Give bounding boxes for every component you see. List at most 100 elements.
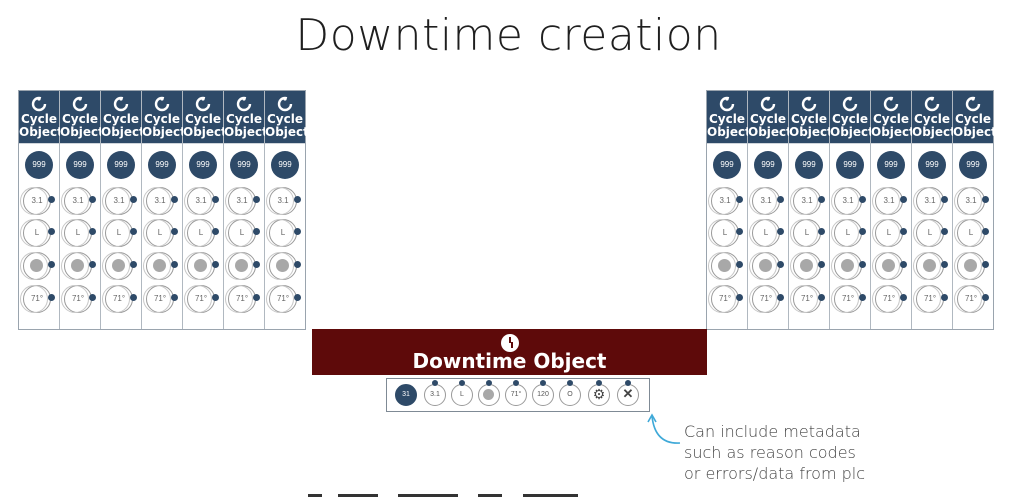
dial-value: 3.1 [719,196,731,205]
status-dial[interactable] [954,252,989,280]
value-dial[interactable]: 3.1 [954,187,989,215]
temperature-dial[interactable]: 71° [184,285,219,313]
status-dial[interactable] [790,252,825,280]
cycle-object-column[interactable]: Cycle Object 999 3.1 L 71° [912,91,956,329]
cycle-icon [842,96,858,112]
label-dial[interactable]: L [20,219,55,247]
cycle-object-column[interactable]: Cycle Object 999 3.1 L 71° [871,91,915,329]
value-dial[interactable]: 3.1 [790,187,825,215]
status-dial[interactable] [184,252,219,280]
count-badge: 999 [959,151,987,179]
status-dial[interactable] [913,252,948,280]
downtime-object[interactable]: Downtime Object [312,329,707,375]
label-dial[interactable]: L [184,219,219,247]
cycle-object-column[interactable]: Cycle Object 999 3.1 L 71° [265,91,309,329]
status-dial[interactable] [102,252,137,280]
label-dial[interactable]: L [266,219,301,247]
temperature-dial[interactable]: 71° [749,285,784,313]
temperature-dial[interactable]: 71° [102,285,137,313]
close-icon[interactable]: ✕ [617,380,639,406]
metadata-badge[interactable]: 31 [395,384,417,406]
value-dial[interactable]: 3.1 [225,187,260,215]
temperature-dial[interactable]: 71° [872,285,907,313]
value-dial[interactable]: 3.1 [913,187,948,215]
status-fill [882,259,895,272]
temperature-dial[interactable]: 71° [831,285,866,313]
connector-dot [459,380,465,386]
label-dial[interactable]: L [708,219,743,247]
value-dial[interactable]: 3.1 [20,187,55,215]
metadata-status[interactable] [478,380,500,406]
status-dial[interactable] [708,252,743,280]
connector-dot [171,196,178,203]
label-dial[interactable]: L [790,219,825,247]
dial-value: 71° [964,294,978,303]
status-fill [841,259,854,272]
value-dial[interactable]: 3.1 [872,187,907,215]
cycle-object-column[interactable]: Cycle Object 999 3.1 L 71° [60,91,104,329]
dial-value: 3.1 [31,196,43,205]
cycle-object-column[interactable]: Cycle Object 999 3.1 L 71° [183,91,227,329]
label-dial[interactable]: L [872,219,907,247]
label-dial[interactable]: L [831,219,866,247]
temperature-dial[interactable]: 71° [708,285,743,313]
downtime-object-label: Downtime Object [412,349,607,373]
dial-value: L [198,228,204,237]
cycle-label-line2: Object [789,125,833,139]
value-dial[interactable]: 3.1 [61,187,96,215]
cycle-object-column[interactable]: Cycle Object 999 3.1 L 71° [748,91,792,329]
metadata-dial[interactable]: 120 [532,380,554,406]
cycle-object-column[interactable]: Cycle Object 999 3.1 L 71° [19,91,63,329]
status-dial[interactable] [61,252,96,280]
temperature-dial[interactable]: 71° [913,285,948,313]
status-dial[interactable] [872,252,907,280]
label-dial[interactable]: L [913,219,948,247]
metadata-dial[interactable]: 3.1 [424,380,446,406]
metadata-dial[interactable]: 71° [505,380,527,406]
status-dial[interactable] [20,252,55,280]
value-dial[interactable]: 3.1 [708,187,743,215]
cycle-object-column[interactable]: Cycle Object 999 3.1 L 71° [142,91,186,329]
status-dial[interactable] [225,252,260,280]
cycle-object-column[interactable]: Cycle Object 999 3.1 L 71° [830,91,874,329]
cycle-object-column[interactable]: Cycle Object 999 3.1 L 71° [789,91,833,329]
temperature-dial[interactable]: 71° [790,285,825,313]
metadata-dial[interactable]: O [559,380,581,406]
connector-dot [900,261,907,268]
cycle-object-column[interactable]: Cycle Object 999 3.1 L 71° [953,91,997,329]
label-dial[interactable]: L [749,219,784,247]
count-badge: 999 [713,151,741,179]
cycle-object-column[interactable]: Cycle Object 999 3.1 L 71° [224,91,268,329]
cycle-object-header: Cycle Object [183,91,227,143]
metadata-dial[interactable]: L [451,380,473,406]
status-dial[interactable] [266,252,301,280]
label-dial[interactable]: L [225,219,260,247]
status-fill [276,259,289,272]
value-dial[interactable]: 3.1 [184,187,219,215]
connector-dot [171,261,178,268]
label-dial[interactable]: L [102,219,137,247]
temperature-dial[interactable]: 71° [61,285,96,313]
cycle-object-header: Cycle Object [953,91,997,143]
gear-icon[interactable]: ⚙ [588,380,610,406]
temperature-dial[interactable]: 71° [954,285,989,313]
status-dial[interactable] [143,252,178,280]
value-dial[interactable]: 3.1 [143,187,178,215]
label-dial[interactable]: L [143,219,178,247]
cycle-object-column[interactable]: Cycle Object 999 3.1 L 71° [707,91,751,329]
temperature-dial[interactable]: 71° [20,285,55,313]
status-dial[interactable] [831,252,866,280]
value-dial[interactable]: 3.1 [266,187,301,215]
temperature-dial[interactable]: 71° [143,285,178,313]
label-dial[interactable]: L [61,219,96,247]
value-dial[interactable]: 3.1 [102,187,137,215]
temperature-dial[interactable]: 71° [266,285,301,313]
value-dial[interactable]: 3.1 [749,187,784,215]
connector-dot [567,380,573,386]
connector-dot [432,380,438,386]
label-dial[interactable]: L [954,219,989,247]
value-dial[interactable]: 3.1 [831,187,866,215]
status-dial[interactable] [749,252,784,280]
temperature-dial[interactable]: 71° [225,285,260,313]
cycle-object-column[interactable]: Cycle Object 999 3.1 L 71° [101,91,145,329]
